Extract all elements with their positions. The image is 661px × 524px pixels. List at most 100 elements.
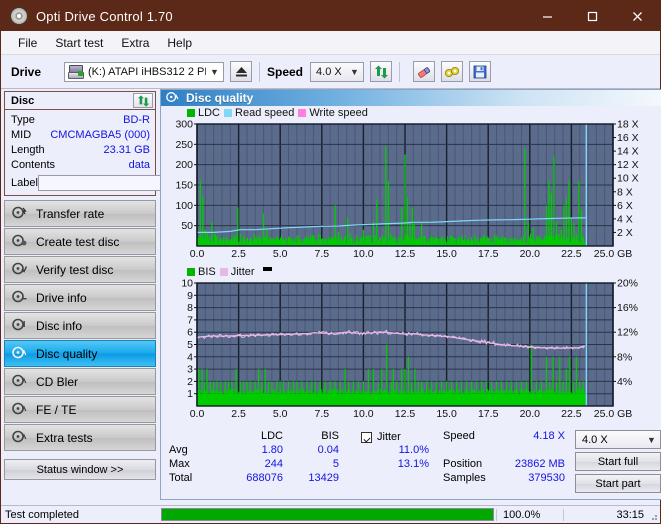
refresh-button[interactable]: [370, 61, 392, 82]
drive-select-value: (K:) ATAPI iHBS312 2 PL17: [88, 66, 206, 78]
elapsed-time: 33:15: [563, 509, 660, 521]
maximize-button[interactable]: [570, 1, 615, 31]
eject-button[interactable]: [230, 61, 252, 82]
disc-bler-icon: [12, 374, 27, 390]
disc-row-type: Type BD-R: [11, 112, 150, 127]
sidebar-item-create-test-disc[interactable]: Create test disc: [4, 228, 156, 255]
bis-jitter-chart: 1 2 3 4 5 6 7 8 9 10 4% 8% 12% 16% 20% 0.0 2.5 5.0 7.5 10.0…: [161, 279, 661, 425]
drive-select[interactable]: (K:) ATAPI iHBS312 2 PL17 ▼: [64, 62, 224, 82]
status-bar: Test completed 100.0% 33:15: [1, 505, 660, 523]
svg-text:17.5: 17.5: [478, 248, 499, 260]
sidebar-nav: Transfer rate Create test disc Verify te…: [4, 200, 156, 451]
disc-fete-icon: [12, 402, 27, 418]
svg-text:25.0 GB: 25.0 GB: [594, 408, 633, 420]
svg-text:10.0: 10.0: [353, 408, 374, 420]
tools-button[interactable]: [441, 61, 463, 82]
disc-refresh-button[interactable]: [133, 93, 153, 108]
svg-text:22.5: 22.5: [561, 248, 582, 260]
progress-percent: 100.0%: [496, 509, 563, 521]
disc-contents-key: Contents: [11, 159, 55, 171]
disc-properties: Type BD-R MID CMCMAGBA5 (000) Length 23.…: [5, 110, 155, 195]
save-button[interactable]: [469, 61, 491, 82]
disc-contents-value: data: [129, 159, 150, 171]
menu-item-start-test[interactable]: Start test: [46, 34, 112, 52]
close-button[interactable]: [615, 1, 660, 31]
drive-toolbar: Drive (K:) ATAPI iHBS312 2 PL17 ▼ Speed …: [1, 55, 660, 89]
svg-text:10.0: 10.0: [353, 248, 374, 260]
svg-text:2: 2: [187, 376, 193, 388]
svg-text:9: 9: [187, 290, 193, 302]
legend-swatch-read-speed: [224, 109, 232, 117]
svg-text:20.0: 20.0: [520, 248, 541, 260]
svg-text:50: 50: [181, 220, 193, 232]
speed-value: 4.18 X: [499, 430, 565, 444]
speed-select[interactable]: 4.0 X ▼: [310, 62, 364, 82]
svg-text:2.5: 2.5: [231, 248, 246, 260]
menu-item-file[interactable]: File: [9, 34, 46, 52]
svg-text:0.0: 0.0: [190, 408, 205, 420]
sidebar-item-disc-quality[interactable]: Disc quality: [4, 340, 156, 367]
sidebar-label: Disc info: [36, 319, 82, 333]
toolbar-divider: [259, 62, 260, 82]
sidebar-label: Create test disc: [36, 235, 119, 249]
disc-check-icon: [12, 262, 27, 278]
minimize-button[interactable]: [525, 1, 570, 31]
svg-text:15.0: 15.0: [436, 248, 457, 260]
disc-mid-value: CMCMAGBA5 (000): [50, 129, 150, 141]
sidebar-item-extra-tests[interactable]: Extra tests: [4, 424, 156, 451]
erase-button[interactable]: [413, 61, 435, 82]
app-disc-icon: [10, 7, 28, 25]
svg-text:8%: 8%: [617, 351, 632, 363]
svg-text:2.5: 2.5: [231, 408, 246, 420]
svg-text:5: 5: [187, 339, 193, 351]
position-value: 23862 MB: [499, 458, 565, 472]
results-summary: Avg Max Total LDC 1.80 244 688076 BIS 0.…: [161, 425, 661, 493]
svg-text:3: 3: [187, 364, 193, 376]
results-ldc-total: 688076: [221, 472, 283, 486]
sidebar-label: Extra tests: [36, 431, 93, 445]
disc-speed-icon: [12, 206, 27, 222]
svg-text:1: 1: [187, 388, 193, 400]
status-window-button[interactable]: Status window >>: [4, 459, 156, 480]
results-meta-values: 4.18 X 23862 MB 379530: [499, 430, 565, 493]
sidebar-item-verify-test-disc[interactable]: Verify test disc: [4, 256, 156, 283]
svg-text:10 X: 10 X: [617, 173, 639, 185]
svg-text:8: 8: [187, 302, 193, 314]
resize-grip[interactable]: [648, 511, 658, 521]
results-bis-avg: 0.04: [283, 444, 339, 458]
sidebar-item-cd-bler[interactable]: CD Bler: [4, 368, 156, 395]
sidebar-item-disc-info[interactable]: Disc info: [4, 312, 156, 339]
disc-panel: Disc Type BD-R MID CMCMAGBA5 (000) Lengt…: [4, 91, 156, 196]
start-full-button[interactable]: Start full: [575, 452, 661, 471]
test-speed-select[interactable]: 4.0 X ▼: [575, 430, 661, 449]
legend-label: Read speed: [235, 107, 294, 119]
disc-label-key: Label: [11, 177, 38, 189]
progress-bar: [161, 508, 494, 521]
position-key: Position: [443, 458, 499, 472]
jitter-toggle[interactable]: Jitter: [349, 430, 429, 444]
drive-label: Drive: [11, 65, 64, 79]
svg-text:250: 250: [175, 139, 193, 151]
svg-text:16%: 16%: [617, 302, 638, 314]
start-part-button[interactable]: Start part: [575, 474, 661, 493]
sidebar-item-fe-te[interactable]: FE / TE: [4, 396, 156, 423]
sidebar-item-drive-info[interactable]: Drive info: [4, 284, 156, 311]
svg-text:12.5: 12.5: [395, 408, 416, 420]
menu-item-help[interactable]: Help: [158, 34, 201, 52]
disc-mid-key: MID: [11, 129, 31, 141]
sidebar-item-transfer-rate[interactable]: Transfer rate: [4, 200, 156, 227]
svg-text:150: 150: [175, 180, 193, 192]
results-ldc-max: 244: [221, 458, 283, 472]
progress-fill: [162, 509, 493, 520]
menu-item-extra[interactable]: Extra: [112, 34, 158, 52]
results-jitter-max: 13.1%: [349, 458, 429, 472]
test-controls: 4.0 X ▼ Start full Start part: [565, 430, 661, 493]
svg-text:16 X: 16 X: [617, 132, 639, 144]
svg-text:14 X: 14 X: [617, 146, 639, 158]
results-label-total: Total: [169, 472, 221, 486]
disc-info-icon: [12, 318, 27, 334]
drive-info-icon: [12, 290, 27, 306]
jitter-checkbox[interactable]: [361, 432, 372, 443]
ldc-read-speed-chart: 50 100 150 200 250 300 2 X4 X6 X8 X 10 X 12 X 14 …: [161, 120, 661, 263]
svg-text:20.0: 20.0: [520, 408, 541, 420]
